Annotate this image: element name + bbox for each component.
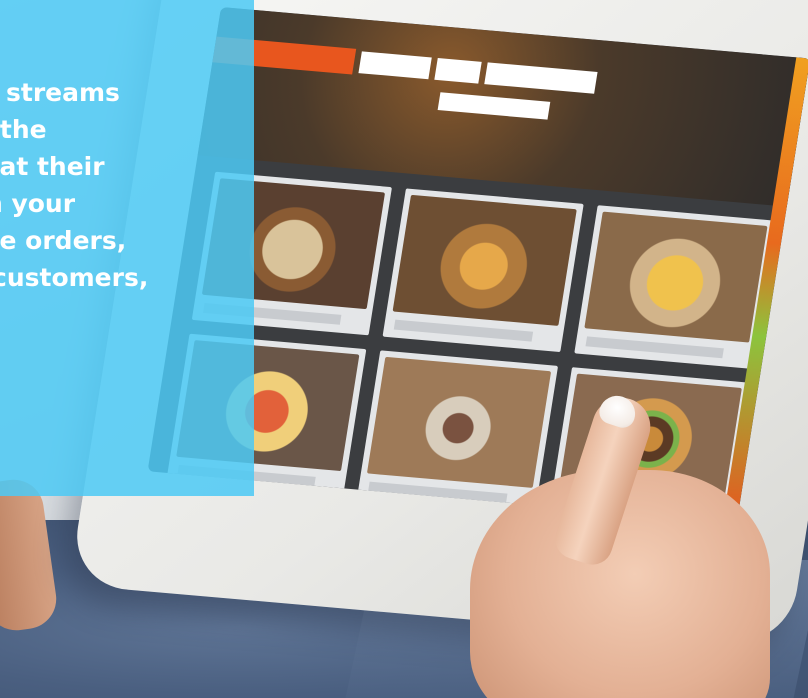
nav-tab[interactable] xyxy=(434,57,482,84)
overlay-line: ore orders, xyxy=(0,226,127,255)
overlay-line: streams xyxy=(6,78,120,107)
menu-card[interactable] xyxy=(573,205,775,369)
potato-wedges-photo xyxy=(392,194,577,326)
text-overlay-panel: streams rs the ne at their en your ore o… xyxy=(0,0,254,496)
menu-grid xyxy=(166,171,775,523)
menu-card[interactable] xyxy=(357,350,558,515)
menu-card-caption xyxy=(585,336,724,359)
overlay-line: rs the xyxy=(0,115,47,144)
overlay-line: en your xyxy=(0,189,76,218)
overlay-text: streams rs the ne at their en your ore o… xyxy=(0,74,254,296)
overlay-line: customers, xyxy=(0,263,149,292)
menu-card-caption xyxy=(368,481,508,504)
sliced-meat-photo xyxy=(367,356,551,488)
french-fries-photo xyxy=(583,211,768,343)
menu-card-caption xyxy=(394,319,533,342)
overlay-line: ne at their xyxy=(0,152,105,181)
menu-card[interactable] xyxy=(382,188,584,353)
photo-scene: streams rs the ne at their en your ore o… xyxy=(0,0,808,698)
nav-tab[interactable] xyxy=(358,51,432,80)
